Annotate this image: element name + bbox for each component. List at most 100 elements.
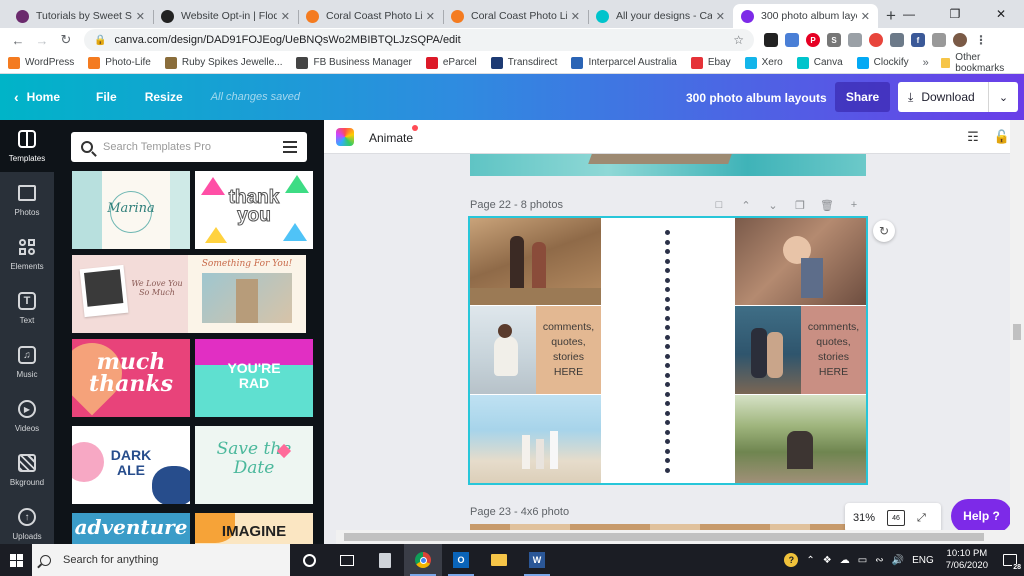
notifications-icon[interactable]: 28 <box>996 544 1024 576</box>
template-thumb[interactable]: YOU'RE RAD <box>195 339 313 417</box>
rail-item-text[interactable]: T Text <box>0 282 54 334</box>
template-thumb[interactable]: adventure <box>72 513 190 544</box>
wifi-icon[interactable]: ∾ <box>875 555 883 566</box>
rail-item-elements[interactable]: Elements <box>0 228 54 280</box>
extension-icon[interactable] <box>764 33 778 47</box>
template-thumb[interactable]: Marina <box>72 171 190 249</box>
bookmark-item[interactable]: FB Business Manager <box>296 56 412 69</box>
help-button[interactable]: Help ? <box>951 499 1012 533</box>
file-menu[interactable]: File <box>96 90 117 104</box>
vertical-scrollbar[interactable] <box>1010 120 1024 544</box>
template-thumb[interactable]: Save the Date <box>195 426 313 504</box>
taskbar-search-box[interactable]: Search for anything <box>32 544 290 576</box>
zoom-level[interactable]: 31% <box>853 512 875 524</box>
back-icon[interactable]: ← <box>6 29 30 51</box>
help-tray-icon[interactable]: ? <box>784 553 799 567</box>
more-bookmarks-icon[interactable]: » <box>923 57 929 69</box>
home-button[interactable]: ‹ Home <box>14 89 60 105</box>
close-tab-icon[interactable]: ✕ <box>571 10 580 23</box>
bookmark-item[interactable]: Ruby Spikes Jewelle... <box>164 56 282 69</box>
cloud-icon[interactable]: ☁ <box>840 555 850 566</box>
calculator-icon[interactable] <box>366 544 404 576</box>
lock-icon[interactable]: 🔓 <box>993 128 1011 146</box>
rail-item-videos[interactable]: ▶ Videos <box>0 390 54 442</box>
browser-tab[interactable]: Coral Coast Photo Life ✕ <box>443 4 588 28</box>
clock[interactable]: 10:10 PM 7/06/2020 <box>946 548 988 572</box>
rail-item-uploads[interactable]: ↑ Uploads <box>0 498 54 550</box>
photo-family-forest-road[interactable] <box>735 395 866 483</box>
page-grid-icon[interactable]: 46 <box>887 510 906 526</box>
language-indicator[interactable]: ENG <box>912 555 934 566</box>
bookmark-item[interactable]: Ebay <box>690 56 731 69</box>
text-box[interactable]: comments, quotes, stories HERE <box>801 306 866 394</box>
extension-icon[interactable] <box>932 33 946 47</box>
resize-button[interactable]: Resize <box>145 90 183 104</box>
animate-button[interactable]: Animate <box>369 131 413 145</box>
photo-woman-sitting[interactable] <box>470 306 536 394</box>
bookmark-star-icon[interactable]: ☆ <box>733 33 744 47</box>
browser-tab[interactable]: Tutorials by Sweet Shop ✕ <box>8 4 153 28</box>
previous-page-preview[interactable] <box>470 154 866 176</box>
browser-tab[interactable]: Coral Coast Photo Life ✕ <box>298 4 443 28</box>
horizontal-scrollbar[interactable] <box>336 530 1010 544</box>
duplicate-icon[interactable]: ❐ <box>793 198 807 212</box>
browser-tab[interactable]: 300 photo album layouts ✕ <box>733 4 878 28</box>
bookmark-item[interactable]: Canva <box>796 56 843 69</box>
close-tab-icon[interactable]: ✕ <box>281 10 290 23</box>
address-bar[interactable]: 🔒 canva.com/design/DAD91FOJEog/UeBNQsWo2… <box>84 29 754 51</box>
dropbox-icon[interactable]: ❖ <box>823 555 832 566</box>
rail-item-music[interactable]: ♫ Music <box>0 336 54 388</box>
volume-icon[interactable]: 🔊 <box>892 555 904 566</box>
task-view-icon[interactable] <box>328 544 366 576</box>
extension-icon[interactable] <box>848 33 862 47</box>
fullscreen-icon[interactable]: ⤢ <box>917 512 926 525</box>
rail-item-photos[interactable]: Photos <box>0 174 54 226</box>
pinterest-icon[interactable]: P <box>806 33 820 47</box>
move-up-icon[interactable]: ⌃ <box>739 198 753 212</box>
restore-icon[interactable]: ❐ <box>932 0 978 28</box>
extension-icon[interactable]: S <box>827 33 841 47</box>
close-tab-icon[interactable]: ✕ <box>716 10 725 23</box>
reload-icon[interactable]: ↻ <box>54 29 78 51</box>
rail-item-templates[interactable]: Templates <box>0 120 54 172</box>
extension-icon[interactable] <box>869 33 883 47</box>
close-window-icon[interactable]: ✕ <box>978 0 1024 28</box>
outlook-icon[interactable]: O <box>442 544 480 576</box>
facebook-icon[interactable]: f <box>911 33 925 47</box>
album-page[interactable]: comments, quotes, stories HERE comments,… <box>468 216 868 485</box>
template-thumb[interactable]: much thanks <box>72 339 190 417</box>
paint-roller-icon[interactable]: ☶ <box>964 128 982 146</box>
template-thumb[interactable]: DARK ALE <box>72 426 190 504</box>
move-down-icon[interactable]: ⌄ <box>766 198 780 212</box>
chevron-up-icon[interactable]: ⌃ <box>806 555 814 566</box>
download-button[interactable]: ⤓ Download <box>898 82 988 112</box>
bookmark-item[interactable]: eParcel <box>425 56 477 69</box>
photo-family-house[interactable] <box>470 218 601 305</box>
rail-item-bkground[interactable]: Bkground <box>0 444 54 496</box>
close-tab-icon[interactable]: ✕ <box>136 10 145 23</box>
chrome-icon[interactable] <box>404 544 442 576</box>
word-icon[interactable]: W <box>518 544 556 576</box>
start-button[interactable] <box>0 544 32 576</box>
bookmark-item[interactable]: Xero <box>744 56 783 69</box>
photo-couple-baby[interactable] <box>735 218 866 305</box>
bookmark-item[interactable]: WordPress <box>8 56 74 69</box>
animate-icon[interactable] <box>336 128 354 146</box>
menu-icon[interactable]: ⋮ <box>974 33 988 47</box>
forward-icon[interactable]: → <box>30 29 54 51</box>
photo-family-beach[interactable] <box>470 395 601 483</box>
browser-tab[interactable]: Website Opt-in | Flodesk ✕ <box>153 4 298 28</box>
photo-couple-kiss[interactable] <box>735 306 801 394</box>
bookmark-item[interactable]: Clockify <box>856 56 909 69</box>
close-tab-icon[interactable]: ✕ <box>861 10 870 23</box>
battery-icon[interactable]: ▭ <box>858 555 867 566</box>
bookmark-item[interactable]: Photo-Life <box>88 56 151 69</box>
rotate-icon[interactable]: ↻ <box>873 220 895 242</box>
other-bookmarks[interactable]: Other bookmarks <box>940 52 1016 74</box>
profile-avatar[interactable] <box>953 33 967 47</box>
text-box[interactable]: comments, quotes, stories HERE <box>536 306 601 394</box>
extension-icon[interactable] <box>785 33 799 47</box>
download-options-chevron-icon[interactable]: ⌄ <box>988 82 1018 112</box>
add-note-icon[interactable]: □ <box>712 198 726 212</box>
share-button[interactable]: Share <box>835 82 890 112</box>
